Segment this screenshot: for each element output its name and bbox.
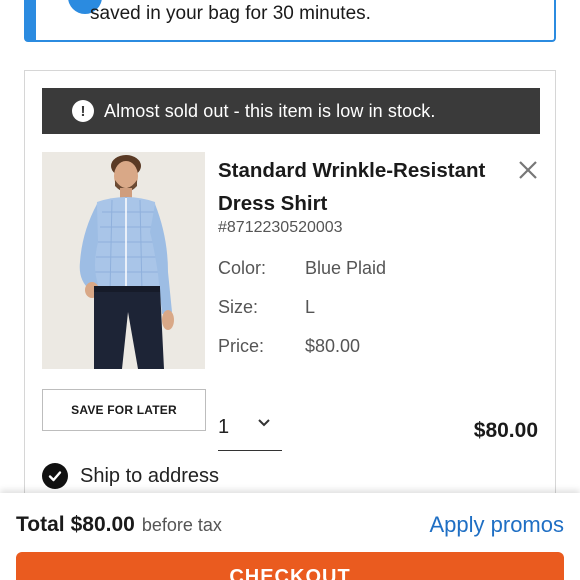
size-value: L: [305, 297, 316, 317]
remove-item-close-icon[interactable]: [516, 158, 540, 182]
color-label: Color:: [218, 258, 267, 278]
color-value: Blue Plaid: [305, 258, 387, 278]
checkout-footer: Total $80.00 before tax Apply promos CHE…: [0, 493, 580, 580]
chevron-down-icon: [258, 419, 270, 427]
banner-accent-stripe: [26, 0, 36, 40]
banner-text: saved in your bag for 30 minutes.: [90, 3, 371, 24]
checkout-button[interactable]: CHECKOUT: [16, 552, 564, 580]
info-banner: i saved in your bag for 30 minutes.: [24, 0, 556, 42]
price-label: Price:: [218, 336, 265, 356]
product-image[interactable]: [42, 152, 205, 369]
product-sku: #8712230520003: [218, 219, 343, 236]
product-title[interactable]: Standard Wrinkle-Resistant Dress Shirt: [218, 154, 508, 220]
ship-to-address-option[interactable]: Ship to address: [42, 463, 219, 489]
save-for-later-button[interactable]: SAVE FOR LATER: [42, 389, 206, 431]
product-photo-illustration: [42, 152, 205, 369]
quantity-value: 1: [218, 416, 230, 438]
apply-promos-link[interactable]: Apply promos: [429, 512, 564, 538]
total-label: Total: [16, 513, 65, 536]
before-tax-label: before tax: [141, 515, 222, 535]
total-amount: $80.00: [70, 513, 135, 536]
checkmark-circle-icon[interactable]: [42, 463, 68, 489]
low-stock-alert: ! Almost sold out - this item is low in …: [42, 88, 540, 134]
exclamation-icon: !: [72, 100, 94, 122]
size-label: Size:: [218, 297, 259, 317]
ship-to-address-label: Ship to address: [80, 464, 219, 487]
line-item-total: $80.00: [473, 419, 538, 442]
order-total: Total $80.00 before tax: [16, 513, 222, 537]
low-stock-alert-text: Almost sold out - this item is low in st…: [104, 100, 436, 121]
quantity-select[interactable]: 1: [218, 405, 282, 451]
price-value: $80.00: [305, 336, 361, 356]
